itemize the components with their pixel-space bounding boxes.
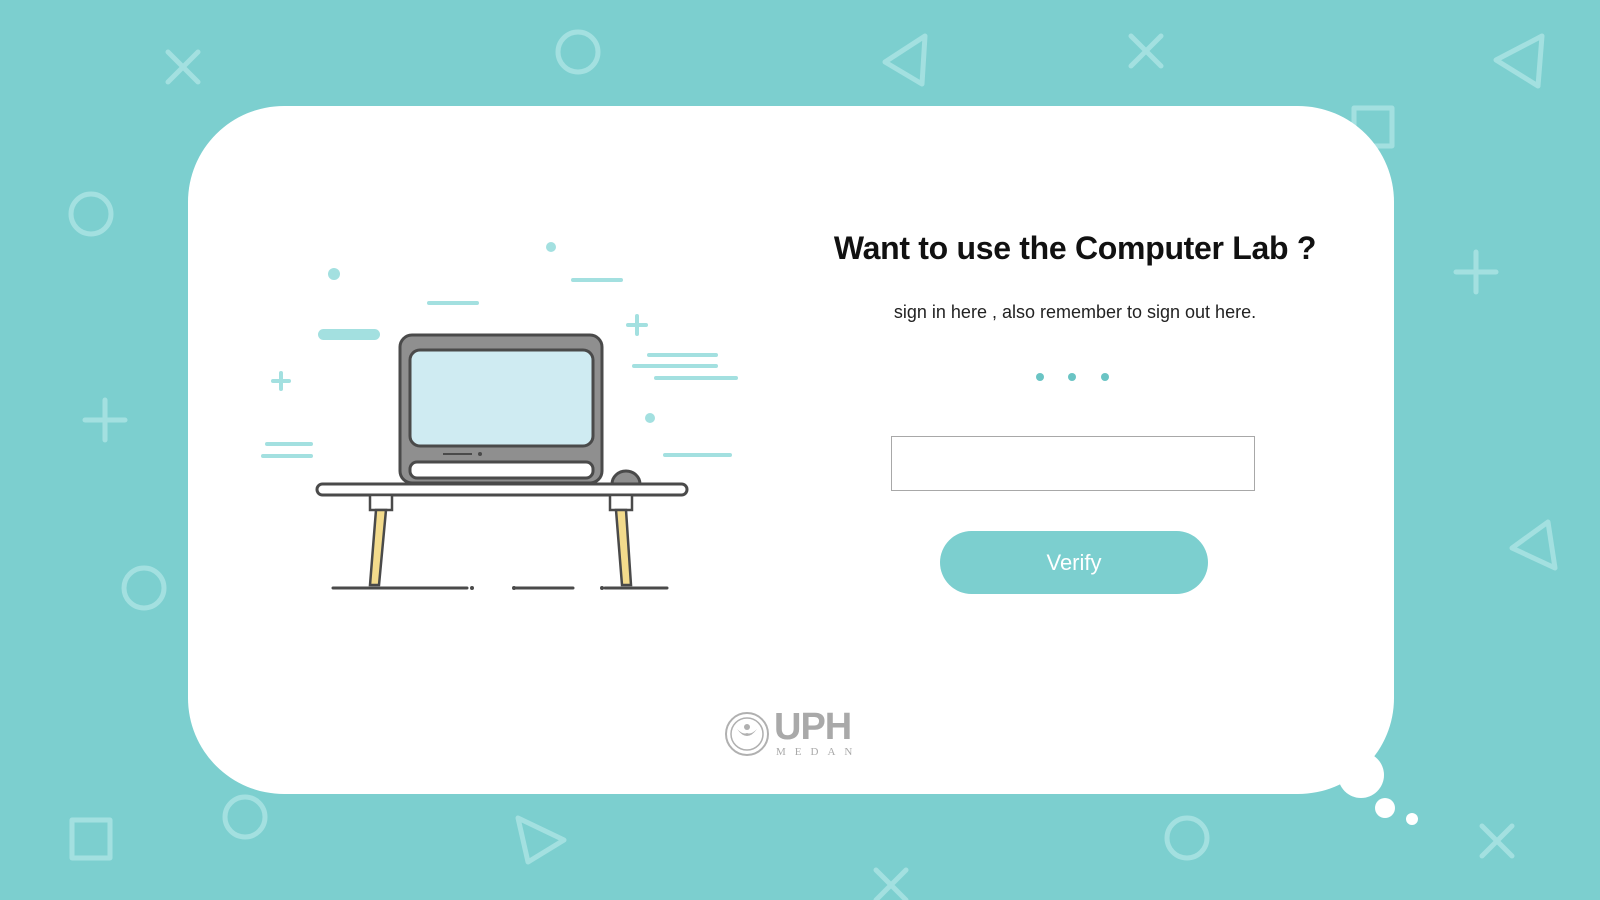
id-input[interactable] [891,436,1255,491]
verify-button[interactable]: Verify [940,531,1208,594]
three-dots-icon [1030,373,1110,383]
laptop-on-desk-illustration [261,242,738,590]
uph-logo: UPH MEDAN [724,706,874,762]
logo-subtext: MEDAN [776,746,862,758]
page-subtitle: sign in here , also remember to sign out… [893,302,1257,322]
logo-text: UPH [774,706,852,748]
uph-seal-icon [725,712,769,756]
page-title: Want to use the Computer Lab ? [833,230,1317,266]
